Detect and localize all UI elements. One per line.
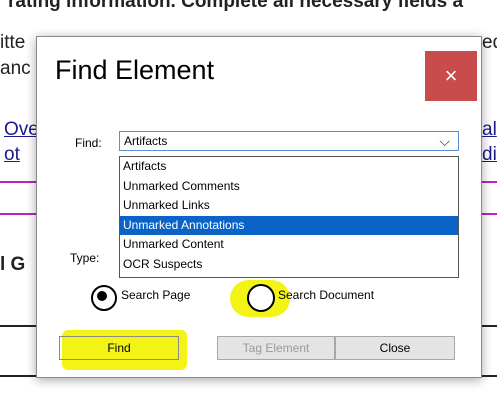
search-document-radio[interactable] [247, 284, 275, 312]
find-label: Find: [75, 136, 102, 150]
close-button[interactable]: Close [335, 336, 455, 360]
option-unmarked-links[interactable]: Unmarked Links [120, 196, 458, 216]
option-unmarked-content[interactable]: Unmarked Content [120, 235, 458, 255]
option-ocr-suspects[interactable]: OCR Suspects [120, 255, 458, 275]
find-dropdown-value: Artifacts [124, 134, 168, 148]
bg-link-fragment: al [482, 119, 497, 140]
dialog-title: Find Element [55, 55, 215, 85]
option-artifacts[interactable]: Artifacts [120, 157, 458, 177]
tag-element-button[interactable]: Tag Element [217, 336, 335, 360]
bg-link-fragment: dit [482, 144, 497, 165]
find-element-dialog: Find Element × Find: Artifacts ⌵ Artifac… [36, 36, 482, 378]
bg-text-fragment: itte [0, 32, 26, 53]
find-dropdown[interactable]: Artifacts ⌵ [119, 131, 459, 151]
option-unmarked-annotations[interactable]: Unmarked Annotations [120, 215, 458, 235]
find-options-list[interactable]: Artifacts Unmarked Comments Unmarked Lin… [119, 156, 459, 278]
bg-text-fragment: anc [0, 58, 31, 79]
chevron-down-icon[interactable]: ⌵ [439, 132, 450, 150]
search-document-label: Search Document [278, 288, 375, 302]
bg-text-fragment: eq [482, 32, 497, 53]
bg-link-fragment: ot [4, 144, 20, 165]
bg-link-fragment: Ove [4, 119, 39, 140]
find-button[interactable]: Find [59, 336, 179, 360]
type-label: Type: [70, 251, 100, 265]
search-page-label: Search Page [121, 288, 191, 302]
bg-text-fragment: l G [0, 254, 26, 275]
search-page-radio[interactable] [91, 285, 117, 311]
option-unmarked-comments[interactable]: Unmarked Comments [120, 177, 458, 197]
bg-heading-line: rating information. Complete all necessa… [8, 0, 464, 12]
close-dialog-button[interactable]: × [425, 51, 477, 101]
